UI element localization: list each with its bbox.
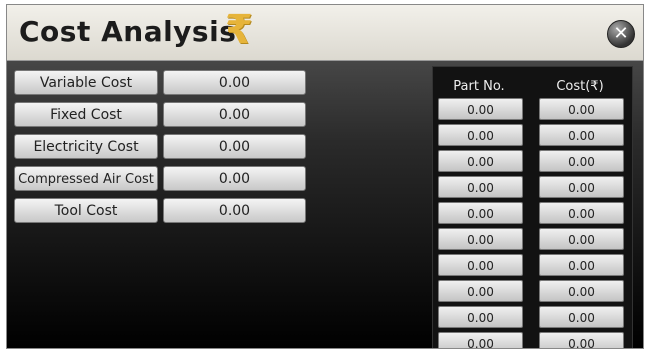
rupee-icon: ₹ xyxy=(225,7,253,53)
cost-cell: 0.00 xyxy=(539,202,624,224)
part-no-cell: 0.00 xyxy=(438,228,523,250)
cost-cell: 0.00 xyxy=(539,176,624,198)
tool-cost-value: 0.00 xyxy=(163,198,306,223)
cost-cell: 0.00 xyxy=(539,280,624,302)
electricity-cost-label: Electricity Cost xyxy=(14,134,158,159)
part-no-cell: 0.00 xyxy=(438,280,523,302)
cost-cell: 0.00 xyxy=(539,98,624,120)
cost-header: Cost(₹) xyxy=(556,79,604,94)
part-no-cell: 0.00 xyxy=(438,150,523,172)
cost-cell: 0.00 xyxy=(539,254,624,276)
close-icon: ✕ xyxy=(613,23,629,44)
part-no-cell: 0.00 xyxy=(438,124,523,146)
electricity-cost-value: 0.00 xyxy=(163,134,306,159)
fixed-cost-value: 0.00 xyxy=(163,102,306,127)
tool-cost-label: Tool Cost xyxy=(14,198,158,223)
cost-cell: 0.00 xyxy=(539,124,624,146)
close-button[interactable]: ✕ xyxy=(607,20,635,48)
cost-cell: 0.00 xyxy=(539,306,624,328)
cost-cell: 0.00 xyxy=(539,228,624,250)
part-no-header: Part No. xyxy=(453,79,505,94)
variable-cost-value: 0.00 xyxy=(163,70,306,95)
fixed-cost-label: Fixed Cost xyxy=(14,102,158,127)
title-bar: Cost Analysis ₹ ✕ xyxy=(7,5,643,61)
part-no-cell: 0.00 xyxy=(438,202,523,224)
part-no-cell: 0.00 xyxy=(438,176,523,198)
compressed-air-cost-label: Compressed Air Cost xyxy=(14,166,158,191)
part-no-cell: 0.00 xyxy=(438,98,523,120)
part-no-cell: 0.00 xyxy=(438,332,523,348)
cost-analysis-window: Cost Analysis ₹ ✕ Variable Cost 0.00 Fix… xyxy=(6,4,644,349)
cost-cell: 0.00 xyxy=(539,332,624,348)
part-no-cell: 0.00 xyxy=(438,254,523,276)
compressed-air-cost-value: 0.00 xyxy=(163,166,306,191)
part-no-cell: 0.00 xyxy=(438,306,523,328)
cost-cell: 0.00 xyxy=(539,150,624,172)
variable-cost-label: Variable Cost xyxy=(14,70,158,95)
window-title: Cost Analysis xyxy=(19,15,237,48)
part-cost-table: Part No. Cost(₹) 0.00 0.00 0.00 0.00 0.0… xyxy=(432,66,633,348)
